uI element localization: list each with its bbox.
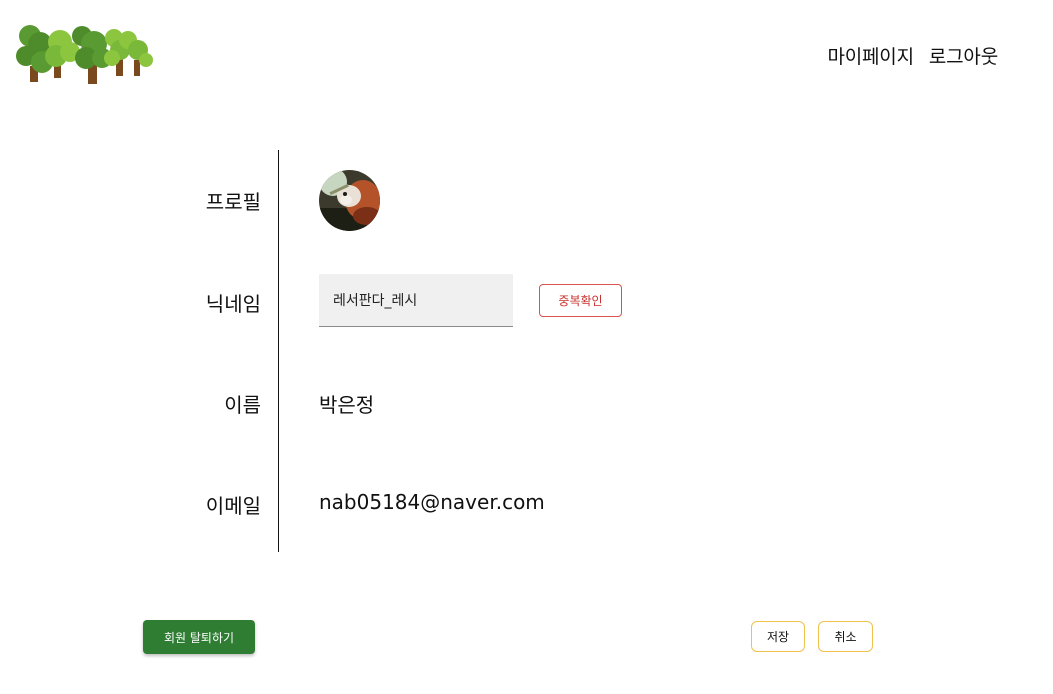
nickname-input[interactable] [319, 274, 513, 327]
name-label: 이름 [224, 393, 261, 417]
mypage-link[interactable]: 마이페이지 [827, 42, 914, 69]
logo[interactable] [16, 22, 156, 86]
logout-link[interactable]: 로그아웃 [929, 42, 998, 69]
email-label: 이메일 [205, 494, 261, 518]
save-button[interactable]: 저장 [751, 621, 805, 652]
nickname-label: 닉네임 [205, 292, 261, 316]
withdraw-button[interactable]: 회원 탈퇴하기 [143, 620, 255, 654]
duplicate-check-button[interactable]: 중복확인 [539, 284, 622, 317]
top-nav: 마이페이지 로그아웃 [827, 42, 998, 69]
logo-trees-icon [16, 25, 153, 84]
email-value: nab05184@naver.com [319, 490, 545, 514]
red-panda-avatar-icon [319, 170, 380, 231]
cancel-button[interactable]: 취소 [818, 621, 873, 652]
avatar[interactable] [319, 170, 380, 231]
vertical-divider [278, 150, 279, 552]
profile-label: 프로필 [205, 190, 261, 214]
name-value: 박은정 [319, 393, 375, 417]
